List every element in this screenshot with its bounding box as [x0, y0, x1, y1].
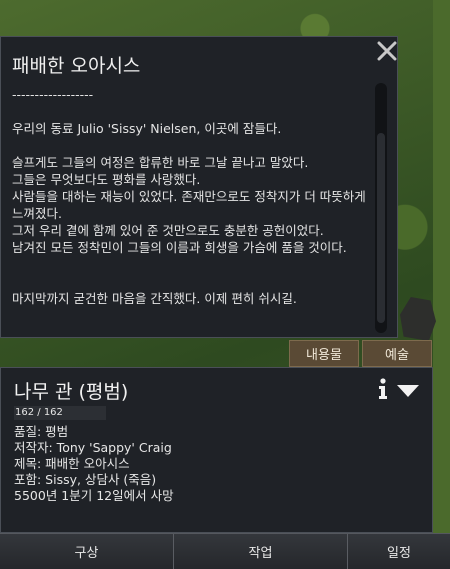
hit-points-text: 162 / 162	[15, 407, 63, 418]
detail-author: 저작자: Tony 'Sappy' Craig	[14, 440, 172, 455]
map-strip	[433, 0, 450, 568]
object-details: 품질: 평범 저작자: Tony 'Sappy' Craig 제목: 패배한 오…	[14, 424, 174, 504]
detail-contents: 포함: Sissy, 상담사 (죽음)	[14, 472, 157, 487]
art-description-dialog: 패배한 오아시스 ------------------ 우리의 동료 Julio…	[0, 36, 398, 338]
tab-inspect[interactable]: 내용물	[289, 340, 359, 367]
dialog-body-text: ------------------ 우리의 동료 Julio 'Sissy' …	[12, 87, 366, 306]
work-button[interactable]: 작업	[174, 534, 348, 569]
hit-points-bar: 162 / 162	[14, 406, 106, 420]
scrollbar-thumb[interactable]	[377, 133, 385, 323]
dialog-title: 패배한 오아시스	[12, 55, 141, 77]
close-icon[interactable]	[375, 39, 399, 63]
dropdown-icon[interactable]	[396, 383, 420, 399]
detail-art-title: 제목: 패배한 오아시스	[14, 456, 130, 471]
inspect-panel: 나무 관 (평범) 162 / 162 품질: 평범 저작자: Tony 'Sa…	[0, 367, 433, 533]
schedule-button[interactable]: 일정	[348, 534, 450, 569]
tab-art[interactable]: 예술	[362, 340, 432, 367]
detail-quality: 품질: 평범	[14, 424, 69, 439]
object-title: 나무 관 (평범)	[14, 381, 129, 403]
detail-death-date: 5500년 1분기 12일에서 사망	[14, 488, 174, 503]
main-button-bar: 구상 작업 일정	[0, 533, 450, 569]
architect-button[interactable]: 구상	[0, 534, 174, 569]
dialog-scrollbar[interactable]	[375, 83, 387, 333]
info-icon[interactable]	[376, 378, 390, 400]
